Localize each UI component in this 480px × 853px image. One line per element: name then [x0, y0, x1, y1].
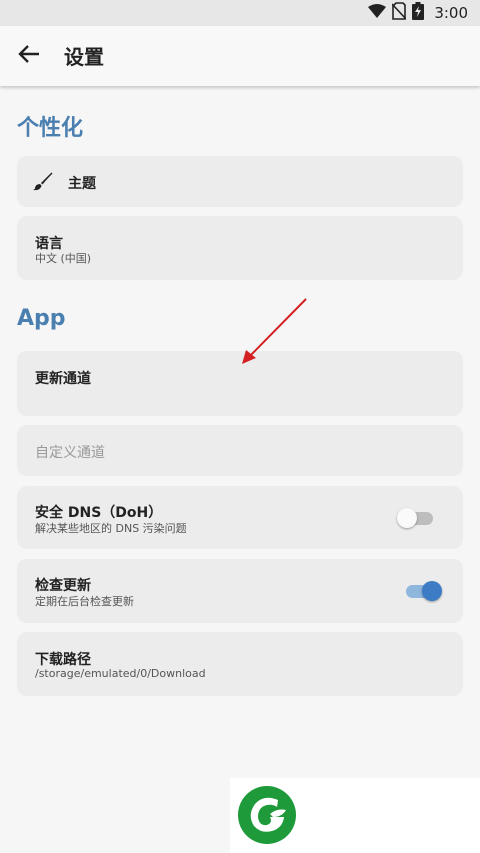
check-updates-title: 检查更新 — [35, 578, 91, 594]
check-updates-subtitle: 定期在后台检查更新 — [35, 595, 134, 608]
section-title-app: App — [17, 306, 66, 331]
download-path-value: /storage/emulated/0/Download — [35, 667, 206, 680]
secure-dns-subtitle: 解决某些地区的 DNS 污染问题 — [35, 522, 187, 535]
language-setting-value: 中文 (中国) — [35, 252, 92, 265]
secure-dns-toggle[interactable] — [397, 506, 437, 530]
theme-setting-title: 主题 — [68, 176, 96, 192]
brush-icon — [33, 171, 53, 195]
theme-setting[interactable]: 主题 — [17, 156, 463, 207]
custom-channel-setting: 自定义通道 — [17, 425, 463, 476]
status-icons: 3:00 — [368, 2, 468, 24]
secure-dns-setting[interactable]: 安全 DNS（DoH） 解决某些地区的 DNS 污染问题 — [17, 486, 463, 549]
custom-channel-title: 自定义通道 — [35, 445, 105, 461]
toggle-thumb — [397, 508, 417, 528]
status-bar: 3:00 — [0, 0, 480, 26]
update-channel-title: 更新通道 — [35, 371, 91, 387]
section-title-personalization: 个性化 — [17, 116, 84, 141]
check-updates-toggle[interactable] — [402, 579, 442, 603]
arrow-left-icon — [18, 45, 40, 67]
green-leaf-logo-icon — [236, 784, 298, 850]
page-title: 设置 — [64, 45, 104, 69]
no-sim-icon — [391, 2, 407, 24]
logo-panel — [230, 778, 480, 853]
check-updates-setting[interactable]: 检查更新 定期在后台检查更新 — [17, 559, 463, 623]
download-path-setting[interactable]: 下载路径 /storage/emulated/0/Download — [17, 632, 463, 696]
app-bar: 设置 — [0, 26, 480, 86]
secure-dns-title: 安全 DNS（DoH） — [35, 505, 163, 521]
battery-charging-icon — [412, 2, 425, 24]
back-button[interactable] — [14, 42, 44, 70]
wifi-icon — [368, 3, 387, 23]
toggle-thumb — [422, 581, 442, 601]
download-path-title: 下载路径 — [35, 652, 91, 668]
status-time: 3:00 — [434, 4, 468, 22]
language-setting[interactable]: 语言 中文 (中国) — [17, 216, 463, 280]
annotation-arrow-icon — [238, 296, 310, 372]
